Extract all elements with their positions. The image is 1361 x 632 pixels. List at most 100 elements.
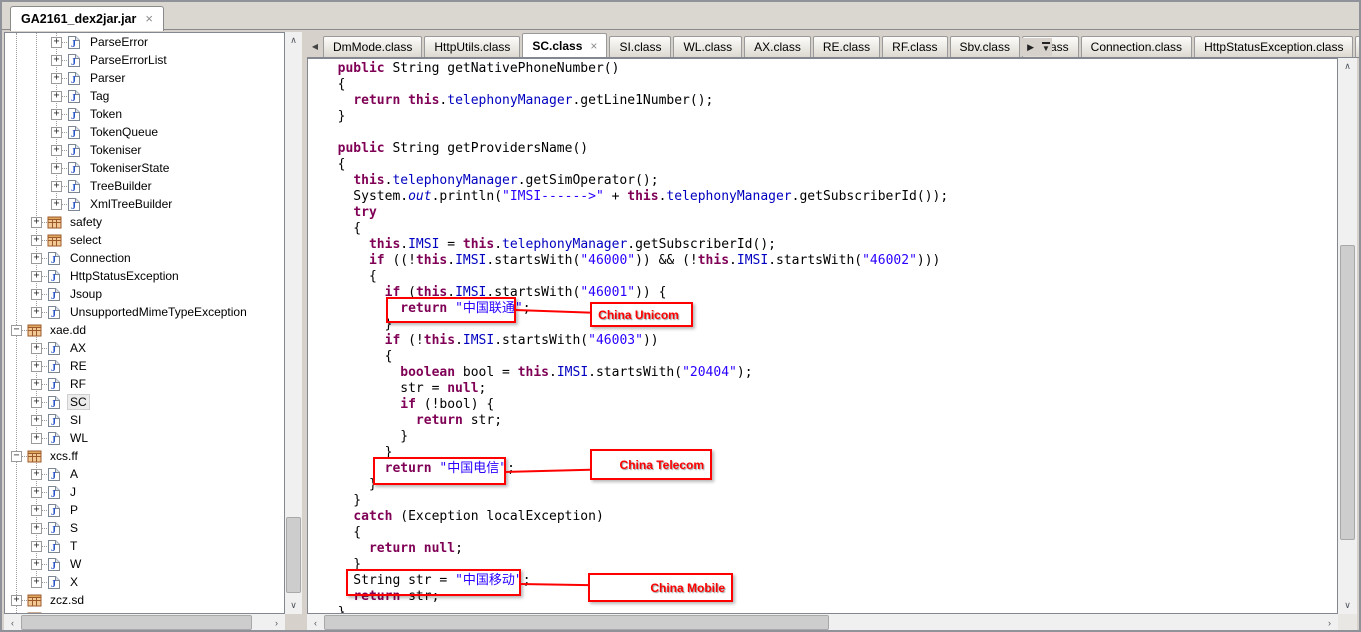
tree-item-label[interactable]: UnsupportedMimeTypeException (67, 304, 250, 320)
scroll-left-icon[interactable]: ‹ (307, 614, 324, 631)
tree-item-connection[interactable]: +JConnection (5, 249, 284, 267)
expand-icon[interactable]: + (31, 523, 42, 534)
scroll-up-icon[interactable]: ∧ (285, 32, 302, 49)
close-icon[interactable]: × (145, 14, 153, 24)
editor-tab-jso[interactable]: Jso (1355, 36, 1361, 57)
code-vertical-scrollbar[interactable]: ∧ ∨ (1338, 58, 1357, 614)
scroll-right-icon[interactable]: › (1321, 614, 1338, 631)
tree-vertical-scrollbar[interactable]: ∧ ∨ (285, 32, 302, 614)
expand-icon[interactable]: + (31, 271, 42, 282)
tree-item-treebuilder[interactable]: +JTreeBuilder (5, 177, 284, 195)
close-icon[interactable]: × (590, 39, 597, 53)
tree-item-s[interactable]: +JS (5, 519, 284, 537)
expand-icon[interactable]: + (51, 109, 62, 120)
scrollbar-thumb[interactable] (21, 615, 252, 630)
tree-item-httpstatusexception[interactable]: +JHttpStatusException (5, 267, 284, 285)
tree-item-rf[interactable]: +JRF (5, 375, 284, 393)
tree-item-label[interactable]: ParseError (87, 34, 151, 50)
expand-icon[interactable]: + (51, 73, 62, 84)
editor-tab-httputils-class[interactable]: HttpUtils.class (424, 36, 520, 57)
tree-horizontal-scrollbar[interactable]: ‹ › (4, 614, 285, 632)
tree-item-label[interactable]: xae.dd (47, 322, 89, 338)
tree-item-parseerror[interactable]: +JParseError (5, 33, 284, 51)
expand-icon[interactable]: + (51, 181, 62, 192)
tree-item-parser[interactable]: +JParser (5, 69, 284, 87)
tree-item-select[interactable]: + select (5, 231, 284, 249)
expand-icon[interactable]: + (31, 361, 42, 372)
tab-scroll-right-icon[interactable]: ▶ (1027, 42, 1034, 53)
package-tree[interactable]: +JParseError+JParseErrorList+JParser+JTa… (4, 32, 285, 614)
tree-item-unsupportedmimetypeexception[interactable]: +JUnsupportedMimeTypeException (5, 303, 284, 321)
tab-scroll-left-icon[interactable]: ◀ (307, 36, 323, 57)
tree-item-label[interactable]: S (67, 520, 81, 536)
tree-item-tokeniserstate[interactable]: +JTokeniserState (5, 159, 284, 177)
tree-item-tag[interactable]: +JTag (5, 87, 284, 105)
expand-icon[interactable]: + (51, 55, 62, 66)
expand-icon[interactable]: + (31, 433, 42, 444)
tree-item-label[interactable]: zcz.sd (47, 592, 87, 608)
tree-item-label[interactable]: W (67, 556, 84, 572)
editor-tab-dmmode-class[interactable]: DmMode.class (323, 36, 422, 57)
expand-icon[interactable]: + (31, 505, 42, 516)
tree-item-label[interactable]: TokeniserState (87, 160, 172, 176)
tree-item-xmltreebuilder[interactable]: +JXmlTreeBuilder (5, 195, 284, 213)
expand-icon[interactable]: + (31, 307, 42, 318)
editor-tab-httpstatusexception-class[interactable]: HttpStatusException.class (1194, 36, 1353, 57)
expand-icon[interactable]: + (31, 469, 42, 480)
tree-item-parseerrorlist[interactable]: +JParseErrorList (5, 51, 284, 69)
tree-item-label[interactable]: Tokeniser (87, 142, 144, 158)
expand-icon[interactable]: + (31, 343, 42, 354)
tree-item-j[interactable]: +JJ (5, 483, 284, 501)
tree-item-t[interactable]: +JT (5, 537, 284, 555)
tree-item-label[interactable]: TreeBuilder (87, 178, 155, 194)
tree-item-zcz-sd[interactable]: +zcz.sd (5, 591, 284, 609)
tree-item-jsoup[interactable]: +JJsoup (5, 285, 284, 303)
tree-item-label[interactable]: select (67, 232, 104, 248)
code-editor[interactable]: public String getNativePhoneNumber() { r… (307, 58, 1338, 614)
tree-item-wl[interactable]: +JWL (5, 429, 284, 447)
tree-item-re[interactable]: +JRE (5, 357, 284, 375)
tree-item-ax[interactable]: +JAX (5, 339, 284, 357)
scrollbar-thumb[interactable] (324, 615, 829, 630)
tree-item-tokenqueue[interactable]: +JTokenQueue (5, 123, 284, 141)
scroll-right-icon[interactable]: › (268, 614, 285, 631)
tree-item-label[interactable]: TokenQueue (87, 124, 161, 140)
expand-icon[interactable]: + (31, 577, 42, 588)
scrollbar-thumb[interactable] (286, 517, 301, 593)
expand-icon[interactable]: + (51, 37, 62, 48)
tree-item-label[interactable]: Connection (67, 250, 134, 266)
tree-item-p[interactable]: +JP (5, 501, 284, 519)
tree-item-a[interactable]: +JA (5, 465, 284, 483)
tree-item-si[interactable]: +JSI (5, 411, 284, 429)
tree-item-safety[interactable]: +safety (5, 213, 284, 231)
expand-icon[interactable]: + (31, 397, 42, 408)
tree-item-label[interactable]: P (67, 502, 81, 518)
tab-list-icon[interactable]: ▼ (1042, 42, 1050, 52)
collapse-icon[interactable]: − (11, 325, 22, 336)
tree-item-token[interactable]: +JToken (5, 105, 284, 123)
editor-tab-sbv-class[interactable]: Sbv.class (950, 36, 1020, 57)
tree-item-label[interactable]: SI (67, 412, 84, 428)
editor-tab-ax-class[interactable]: AX.class (744, 36, 811, 57)
expand-icon[interactable]: + (31, 289, 42, 300)
tree-item-xcs-ff[interactable]: −xcs.ff (5, 447, 284, 465)
collapse-icon[interactable]: − (11, 451, 22, 462)
editor-tab-sc-class[interactable]: SC.class× (522, 33, 607, 58)
expand-icon[interactable]: + (51, 163, 62, 174)
tree-item-label[interactable]: XmlTreeBuilder (87, 196, 175, 212)
scroll-up-icon[interactable]: ∧ (1339, 58, 1356, 75)
tree-item-label[interactable]: Parser (87, 70, 128, 86)
scroll-left-icon[interactable]: ‹ (4, 614, 21, 631)
tree-item-sc[interactable]: +JSC (5, 393, 284, 411)
expand-icon[interactable]: + (31, 235, 42, 246)
code-horizontal-scrollbar[interactable]: ‹ › (307, 614, 1338, 632)
editor-tab-rf-class[interactable]: RF.class (882, 36, 947, 57)
expand-icon[interactable]: + (31, 379, 42, 390)
editor-tab-re-class[interactable]: RE.class (813, 36, 880, 57)
tree-item-label[interactable]: WL (67, 430, 91, 446)
expand-icon[interactable]: + (31, 559, 42, 570)
expand-icon[interactable]: + (31, 541, 42, 552)
jar-tab[interactable]: GA2161_dex2jar.jar × (10, 6, 164, 31)
tree-item-label[interactable]: A (67, 466, 81, 482)
scroll-down-icon[interactable]: ∨ (285, 597, 302, 614)
